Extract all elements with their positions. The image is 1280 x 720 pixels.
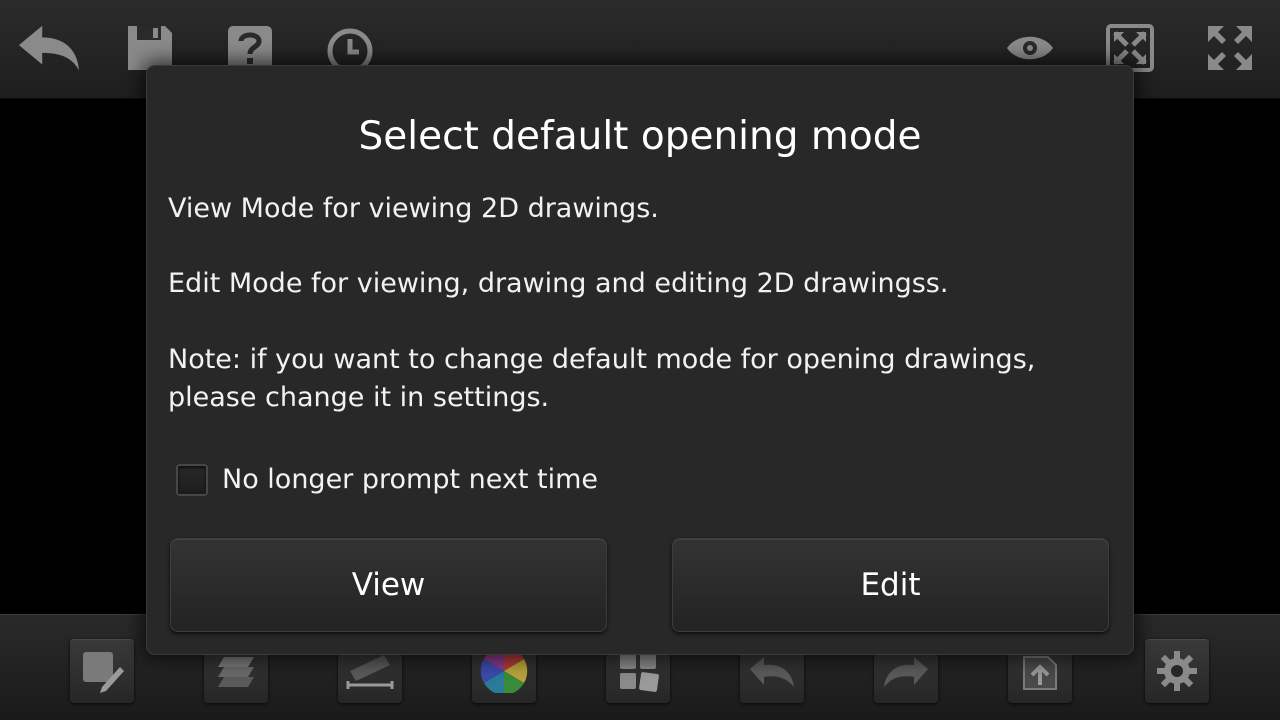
edit-button[interactable]: Edit [672, 538, 1109, 632]
no-longer-prompt-checkbox[interactable] [176, 464, 208, 496]
view-button[interactable]: View [170, 538, 607, 632]
no-longer-prompt-label[interactable]: No longer prompt next time [222, 460, 598, 500]
dialog-overlay: Select default opening mode View Mode fo… [0, 0, 1280, 720]
app-screen: Select default opening mode View Mode fo… [0, 0, 1280, 720]
dialog-title: Select default opening mode [358, 114, 922, 159]
note-text-line-2: please change it in settings. [168, 382, 550, 413]
note-text-line-1: Note: if you want to change default mode… [168, 344, 1036, 375]
no-longer-prompt-checkbox-row[interactable]: No longer prompt next time [176, 460, 598, 500]
view-mode-description: View Mode for viewing 2D drawings. [168, 193, 659, 224]
edit-mode-description: Edit Mode for viewing, drawing and editi… [168, 268, 949, 299]
